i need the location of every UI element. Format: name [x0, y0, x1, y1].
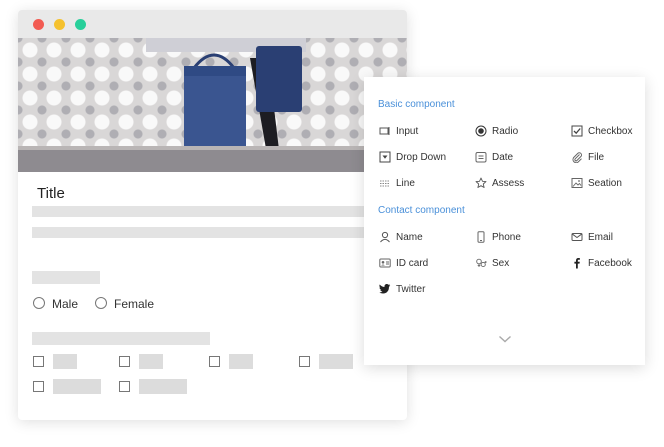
phone-icon — [475, 231, 487, 243]
text-placeholder-line — [32, 227, 368, 238]
checkbox-label-placeholder — [53, 354, 77, 369]
window-titlebar — [18, 10, 407, 38]
date-icon — [475, 151, 487, 163]
text-placeholder-line — [32, 206, 368, 217]
line-icon — [379, 177, 391, 189]
facebook-icon — [571, 257, 583, 269]
component-twitter[interactable]: Twitter — [379, 281, 425, 297]
component-sex[interactable]: Sex — [475, 255, 509, 271]
component-name[interactable]: Name — [379, 229, 423, 245]
checkbox-checked-icon — [571, 125, 583, 137]
envelope-icon — [571, 231, 583, 243]
paperclip-icon — [571, 151, 583, 163]
radio-female-label: Female — [114, 297, 155, 311]
component-file[interactable]: File — [571, 149, 604, 165]
radio-male[interactable] — [33, 297, 45, 309]
checkbox-option[interactable] — [119, 381, 130, 392]
component-phone[interactable]: Phone — [475, 229, 521, 245]
radio-female[interactable] — [95, 297, 107, 309]
form-preview-window: Title Male Female — [18, 10, 407, 420]
basic-component-heading: Basic component — [378, 99, 455, 110]
checkbox-option[interactable] — [33, 356, 44, 367]
component-drop-down[interactable]: Drop Down — [379, 149, 446, 165]
dropdown-icon — [379, 151, 391, 163]
component-facebook[interactable]: Facebook — [571, 255, 632, 271]
component-checkbox[interactable]: Checkbox — [571, 123, 632, 139]
checkbox-label-placeholder — [229, 354, 253, 369]
component-date[interactable]: Date — [475, 149, 513, 165]
component-input[interactable]: Input — [379, 123, 418, 139]
person-icon — [379, 231, 391, 243]
close-window-button[interactable] — [33, 19, 44, 30]
zoom-window-button[interactable] — [75, 19, 86, 30]
checkbox-label-placeholder — [139, 354, 163, 369]
checkbox-label-placeholder — [139, 379, 187, 394]
checkbox-option[interactable] — [33, 381, 44, 392]
checkbox-label-placeholder — [53, 379, 101, 394]
component-panel: Basic component Input Radio Checkbox Dro… — [364, 77, 645, 365]
component-id-card[interactable]: ID card — [379, 255, 428, 271]
sex-icon — [475, 257, 487, 269]
component-assess[interactable]: Assess — [475, 175, 524, 191]
chevron-down-icon[interactable] — [498, 334, 512, 344]
checkbox-option[interactable] — [209, 356, 220, 367]
radio-selected-icon — [475, 125, 487, 137]
input-icon — [379, 125, 391, 137]
star-icon — [475, 177, 487, 189]
contact-component-heading: Contact component — [378, 205, 465, 216]
component-line[interactable]: Line — [379, 175, 415, 191]
checkbox-option[interactable] — [299, 356, 310, 367]
id-card-icon — [379, 257, 391, 269]
checkbox-label-placeholder — [319, 354, 353, 369]
question-label-placeholder — [32, 271, 100, 284]
twitter-icon — [379, 283, 391, 295]
image-icon — [571, 177, 583, 189]
component-email[interactable]: Email — [571, 229, 613, 245]
checkbox-option[interactable] — [119, 356, 130, 367]
radio-male-label: Male — [52, 297, 79, 311]
minimize-window-button[interactable] — [54, 19, 65, 30]
component-radio[interactable]: Radio — [475, 123, 518, 139]
form-title: Title — [37, 185, 65, 202]
header-image — [18, 38, 407, 172]
question-label-placeholder — [32, 332, 210, 345]
component-seation[interactable]: Seation — [571, 175, 622, 191]
